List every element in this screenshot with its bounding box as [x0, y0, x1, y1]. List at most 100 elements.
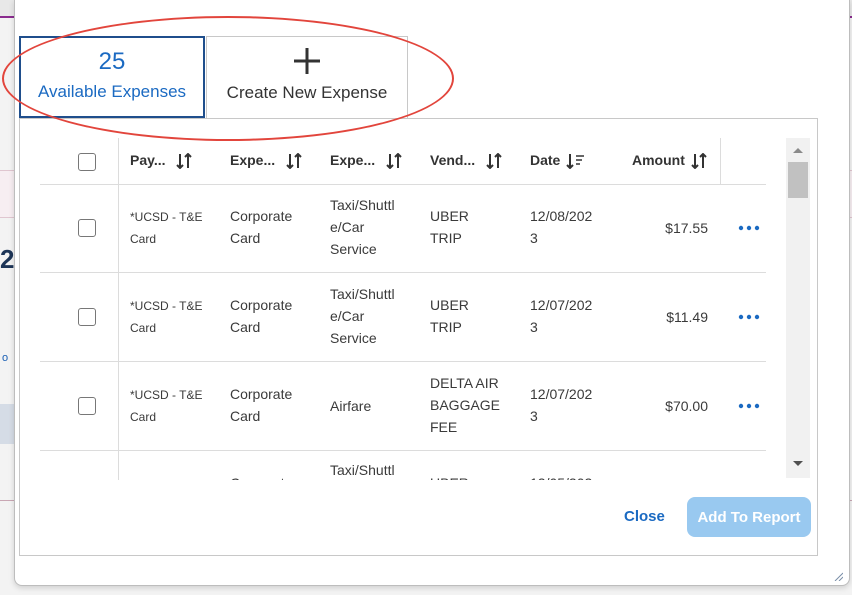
- expense-type-line: Corporate: [230, 297, 293, 313]
- tab-create-new-expense-label: Create New Expense: [226, 83, 388, 102]
- date-cell: 12/07/202 3: [530, 383, 592, 427]
- table-row[interactable]: *UCSD - T&E Card Corporate Card Taxi/Shu…: [40, 273, 766, 362]
- column-header-date[interactable]: Date: [530, 152, 585, 170]
- column-header-expense-category-label: Expe...: [330, 152, 376, 168]
- close-button[interactable]: Close: [624, 508, 665, 525]
- resize-handle-icon[interactable]: [833, 571, 843, 581]
- date-line: 12/08/202: [530, 208, 593, 224]
- payment-type-cell: *UCSD - T&E Card: [130, 295, 202, 339]
- expense-category-line: Service: [330, 330, 377, 346]
- tab-create-new-expense[interactable]: Create New Expense: [206, 36, 408, 119]
- expense-category-line: e/Car: [330, 308, 365, 324]
- vendor-line: DELTA AIR: [430, 375, 499, 391]
- background-partial-text: o: [2, 352, 9, 364]
- more-options-icon[interactable]: [738, 314, 760, 320]
- scroll-thumb[interactable]: [788, 162, 808, 198]
- table-row[interactable]: Corporate Taxi/Shuttl UBER 12/05/202: [40, 451, 766, 480]
- amount-cell: $70.00: [665, 398, 708, 414]
- row-checkbox[interactable]: [78, 397, 96, 415]
- scroll-down-arrow-icon[interactable]: [792, 460, 804, 468]
- more-options-icon[interactable]: [738, 225, 760, 231]
- expense-category-line: Service: [330, 241, 377, 257]
- expense-category-line: Taxi/Shuttl: [330, 286, 395, 302]
- payment-type-line: Card: [130, 321, 157, 335]
- plus-icon: [294, 48, 320, 74]
- table-scrollbar[interactable]: [786, 138, 810, 478]
- expense-category-cell: Airfare: [330, 395, 371, 417]
- vendor-line: TRIP: [430, 319, 462, 335]
- expense-category-cell: Taxi/Shuttl e/Car Service: [330, 283, 395, 349]
- date-cell: 12/07/202 3: [530, 294, 592, 338]
- vendor-line: BAGGAGE: [430, 397, 501, 413]
- column-header-amount[interactable]: Amount: [632, 152, 708, 170]
- sort-icon[interactable]: [690, 153, 708, 170]
- sort-icon[interactable]: [385, 153, 403, 170]
- vendor-cell: UBER TRIP: [430, 294, 469, 338]
- expense-category-line: e/Car: [330, 219, 365, 235]
- background-partial-heading: 2: [0, 244, 15, 274]
- background-partial-button: [0, 404, 14, 444]
- date-line: 12/07/202: [530, 386, 593, 402]
- payment-type-cell: *UCSD - T&E Card: [130, 206, 202, 250]
- sort-icon[interactable]: [485, 153, 503, 170]
- column-header-expense-category[interactable]: Expe...: [330, 152, 403, 170]
- date-line: 3: [530, 319, 538, 335]
- expense-type-line: Card: [230, 408, 261, 424]
- select-all-checkbox[interactable]: [78, 153, 96, 171]
- add-to-report-button[interactable]: Add To Report: [687, 497, 811, 537]
- more-options-icon[interactable]: [738, 403, 760, 409]
- expense-type-cell: Corporate Card: [230, 383, 292, 427]
- table-row[interactable]: *UCSD - T&E Card Corporate Card Airfare …: [40, 362, 766, 451]
- column-header-payment[interactable]: Pay...: [130, 152, 193, 170]
- table-row[interactable]: *UCSD - T&E Card Corporate Card Taxi/Shu…: [40, 184, 766, 273]
- amount-cell: $17.55: [665, 220, 708, 236]
- expense-type-cell: Corporate Card: [230, 294, 292, 338]
- vendor-line: FEE: [430, 419, 458, 435]
- date-line: 12/07/202: [530, 297, 593, 313]
- expense-type-line: Corporate: [230, 208, 293, 224]
- expense-category-cell: Taxi/Shuttl e/Car Service: [330, 194, 395, 260]
- expense-type-line: Corporate: [230, 386, 293, 402]
- sort-icon[interactable]: [285, 153, 303, 170]
- column-header-amount-label: Amount: [632, 152, 685, 168]
- expense-category-line: Taxi/Shuttl: [330, 197, 395, 213]
- expense-category-cell: Taxi/Shuttl: [330, 462, 395, 478]
- vendor-cell: UBER: [430, 472, 469, 480]
- expense-type-cell: Corporate Card: [230, 205, 292, 249]
- column-header-date-label: Date: [530, 152, 561, 168]
- payment-type-line: *UCSD - T&E: [130, 299, 203, 313]
- column-header-expense-type[interactable]: Expe...: [230, 152, 303, 170]
- payment-type-line: Card: [130, 232, 157, 246]
- date-line: 3: [530, 408, 538, 424]
- column-header-expense-type-label: Expe...: [230, 152, 276, 168]
- payment-type-line: Card: [130, 410, 157, 424]
- tab-available-expenses[interactable]: 25 Available Expenses: [19, 36, 205, 118]
- payment-type-line: *UCSD - T&E: [130, 388, 203, 402]
- payment-type-line: *UCSD - T&E: [130, 210, 203, 224]
- vendor-cell: UBER TRIP: [430, 205, 469, 249]
- date-cell: 12/05/202: [530, 472, 592, 480]
- payment-type-cell: *UCSD - T&E Card: [130, 384, 202, 428]
- sort-icon[interactable]: [175, 153, 193, 170]
- amount-cell: $11.49: [666, 309, 708, 325]
- expense-type-cell: Corporate: [230, 472, 292, 480]
- vendor-cell: DELTA AIR BAGGAGE FEE: [430, 372, 500, 438]
- date-cell: 12/08/202 3: [530, 205, 592, 249]
- expense-type-line: Card: [230, 230, 261, 246]
- row-checkbox[interactable]: [78, 219, 96, 237]
- sort-descending-icon[interactable]: [565, 153, 585, 170]
- column-header-vendor[interactable]: Vend...: [430, 152, 503, 170]
- scroll-up-arrow-icon[interactable]: [792, 146, 804, 154]
- expense-category-line: Airfare: [330, 398, 372, 414]
- column-header-payment-label: Pay...: [130, 152, 166, 168]
- vendor-line: TRIP: [430, 230, 462, 246]
- vendor-line: UBER: [430, 297, 469, 313]
- row-checkbox[interactable]: [78, 308, 96, 326]
- expenses-table: Pay... Expe... Expe... Vend... Date Amou…: [40, 138, 782, 480]
- vendor-line: UBER: [430, 208, 469, 224]
- available-expenses-count: 25: [98, 48, 126, 75]
- tab-available-expenses-label: Available Expenses: [37, 82, 187, 101]
- column-header-vendor-label: Vend...: [430, 152, 476, 168]
- date-line: 3: [530, 230, 538, 246]
- table-header-row: Pay... Expe... Expe... Vend... Date Amou…: [40, 138, 766, 185]
